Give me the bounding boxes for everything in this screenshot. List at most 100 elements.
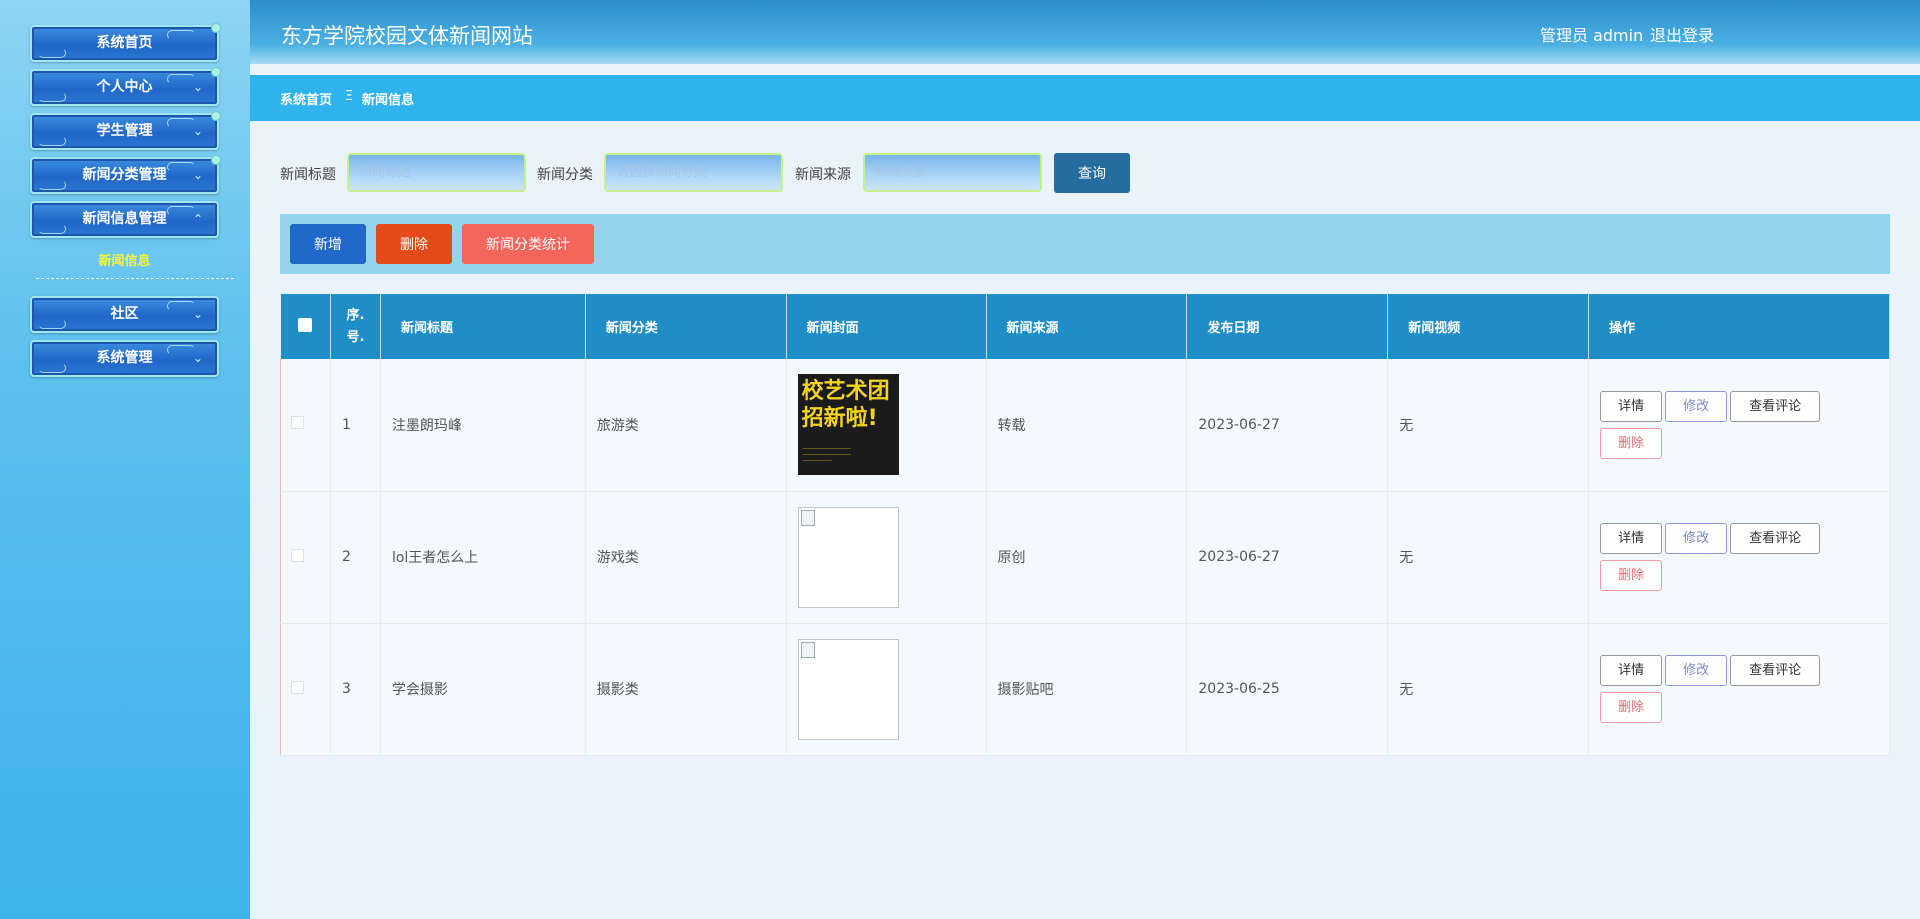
breadcrumb-home[interactable]: 系统首页: [280, 89, 332, 108]
app-title: 东方学院校园文体新闻网站: [281, 24, 533, 48]
row-actions: 详情 修改 查看评论 删除: [1588, 491, 1890, 624]
detail-button[interactable]: 详情: [1600, 655, 1663, 686]
column-header-title: 新闻标题: [380, 294, 586, 359]
select-all-cell: [280, 294, 331, 359]
poster-text: 校艺术团: [801, 379, 890, 405]
delete-button[interactable]: 删除: [1600, 560, 1663, 591]
cover-image-broken[interactable]: [797, 638, 899, 740]
row-video: 无: [1387, 491, 1590, 624]
broken-image-icon: [800, 641, 815, 658]
chevron-down-icon: ⌄: [192, 80, 203, 94]
table-row: 1 注墨朗玛峰 旅游类 校艺术团 招新啦! ──────────────────…: [280, 359, 1890, 492]
column-header-video: 新闻视频: [1387, 294, 1590, 359]
ornament-icon: [167, 345, 195, 355]
select-all-checkbox[interactable]: [298, 317, 313, 332]
poster-fine-print-icon: ──────────────────── ────────────────────…: [802, 446, 851, 464]
poster-text: 招新啦!: [801, 406, 878, 432]
detail-button[interactable]: 详情: [1600, 390, 1663, 422]
row-actions: 详情 修改 查看评论 删除: [1588, 623, 1890, 756]
user-label: 管理员 admin: [1540, 26, 1644, 45]
title-search-label: 新闻标题: [280, 167, 336, 183]
row-date: 2023-06-27: [1186, 491, 1389, 624]
ornament-icon: [38, 48, 66, 58]
ornament-icon: [167, 206, 195, 216]
row-cover-cell: [786, 623, 987, 756]
row-title: 注墨朗玛峰: [380, 359, 586, 492]
batch-delete-button[interactable]: 删除: [376, 224, 452, 264]
sidebar-item-students[interactable]: 学生管理 ⌄: [30, 111, 221, 150]
sidebar-item-system[interactable]: 系统管理 ⌄: [30, 340, 219, 377]
detail-button[interactable]: 详情: [1600, 523, 1663, 554]
delete-button[interactable]: 删除: [1600, 692, 1663, 723]
row-category: 摄影类: [585, 623, 787, 756]
ornament-icon: [38, 319, 66, 329]
row-index: 1: [330, 359, 381, 492]
edit-button[interactable]: 修改: [1665, 523, 1728, 554]
table-row: 3 学会摄影 摄影类 摄影贴吧 2023-06-25 无 详情 修改 查看评论 删除: [280, 623, 1890, 756]
column-header-date: 发布日期: [1186, 294, 1389, 359]
title-search-input[interactable]: [347, 153, 526, 192]
sidebar-item-label: 社区: [110, 306, 139, 322]
cover-image[interactable]: 校艺术团 招新啦! ──────────────────── ──────────…: [797, 374, 899, 476]
row-index: 2: [330, 491, 381, 624]
edit-button[interactable]: 修改: [1665, 655, 1728, 686]
query-button[interactable]: 查询: [1054, 153, 1130, 193]
chevron-down-icon: ⌄: [192, 168, 203, 182]
sidebar-item-personal-center[interactable]: 个人中心 ⌄: [30, 67, 221, 106]
row-source: 转载: [986, 359, 1188, 492]
add-button[interactable]: 新增: [290, 224, 366, 264]
sidebar-item-label: 个人中心: [96, 79, 153, 95]
column-header-index: 序.号.: [330, 294, 381, 359]
delete-button[interactable]: 删除: [1600, 427, 1663, 459]
chevron-down-icon: ⌄: [192, 124, 203, 138]
dot-icon: [211, 23, 221, 33]
row-cover-cell: [786, 491, 987, 624]
row-title: 学会摄影: [380, 623, 586, 756]
row-checkbox[interactable]: [291, 416, 304, 430]
table-header-row: 序.号. 新闻标题 新闻分类 新闻封面 新闻来源 发布日期 新闻视频 操作: [280, 294, 1890, 359]
sidebar-item-home[interactable]: 系统首页: [30, 23, 221, 62]
ornament-icon: [38, 180, 66, 190]
row-checkbox-cell: [280, 491, 331, 624]
row-checkbox[interactable]: [291, 680, 304, 694]
category-search-label: 新闻分类: [537, 167, 593, 183]
row-date: 2023-06-25: [1186, 623, 1389, 756]
sidebar-item-community[interactable]: 社区 ⌄: [30, 296, 219, 333]
column-header-label: 序.号.: [346, 307, 365, 345]
row-source: 摄影贴吧: [986, 623, 1188, 756]
chevron-down-icon: ⌄: [192, 307, 203, 321]
category-select[interactable]: [604, 153, 783, 192]
sidebar-item-news-category[interactable]: 新闻分类管理 ⌄: [30, 155, 221, 194]
sidebar: 系统首页 个人中心 ⌄ 学生管理 ⌄ 新闻分类管理 ⌄ 新闻信息管理 ⌃ 新闻信…: [0, 0, 250, 919]
dot-icon: [211, 155, 221, 165]
row-checkbox[interactable]: [291, 548, 304, 562]
view-comments-button[interactable]: 查看评论: [1730, 523, 1821, 554]
ornament-icon: [38, 363, 66, 373]
row-category: 游戏类: [585, 491, 787, 624]
cover-image-broken[interactable]: [797, 506, 899, 608]
category-stats-button[interactable]: 新闻分类统计: [462, 224, 594, 264]
sidebar-item-news-info[interactable]: 新闻信息管理 ⌃: [30, 201, 219, 238]
column-header-category: 新闻分类: [585, 294, 787, 359]
chevron-down-icon: ⌄: [192, 351, 203, 365]
row-video: 无: [1387, 623, 1590, 756]
ornament-icon: [167, 30, 195, 40]
view-comments-button[interactable]: 查看评论: [1730, 655, 1821, 686]
ornament-icon: [38, 92, 66, 102]
edit-button[interactable]: 修改: [1665, 390, 1728, 422]
logout-link[interactable]: 退出登录: [1650, 22, 1714, 46]
ornament-icon: [167, 301, 195, 311]
ornament-icon: [38, 224, 66, 234]
row-source: 原创: [986, 491, 1188, 624]
divider: [36, 278, 234, 279]
breadcrumb: 系统首页 Ξ 新闻信息: [250, 75, 1920, 121]
column-header-actions: 操作: [1588, 294, 1890, 359]
row-checkbox-cell: [280, 359, 331, 492]
row-actions: 详情 修改 查看评论 删除: [1588, 359, 1890, 492]
sidebar-item-label: 新闻分类管理: [82, 167, 167, 183]
sidebar-subitem-news-info[interactable]: 新闻信息: [30, 250, 219, 269]
sidebar-item-label: 新闻信息管理: [82, 211, 167, 227]
ornament-icon: [38, 136, 66, 146]
view-comments-button[interactable]: 查看评论: [1730, 390, 1821, 422]
source-search-input[interactable]: [863, 153, 1042, 192]
